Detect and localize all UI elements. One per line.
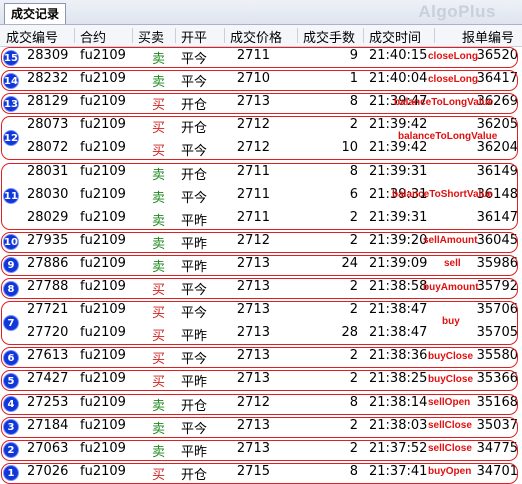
strategy-annotation-label: closeLong bbox=[428, 73, 479, 85]
col-time[interactable]: 成交时间 bbox=[369, 27, 421, 46]
column-divider[interactable] bbox=[74, 28, 75, 43]
column-divider[interactable] bbox=[297, 28, 298, 43]
tab-trade-records[interactable]: 成交记录 bbox=[4, 3, 67, 24]
strategy-annotation-label: balanceToLongValue bbox=[394, 96, 494, 108]
group-number-badge: 14 bbox=[3, 72, 19, 89]
strategy-annotation-label: balanceToShortValue bbox=[392, 189, 493, 201]
strategy-annotation-label: buyAmount bbox=[423, 281, 479, 293]
col-trade-id[interactable]: 成交编号 bbox=[6, 27, 58, 46]
col-side[interactable]: 买卖 bbox=[138, 27, 164, 46]
strategy-annotation-label: sell bbox=[444, 258, 461, 270]
col-offset[interactable]: 开平 bbox=[181, 27, 207, 46]
col-contract[interactable]: 合约 bbox=[80, 27, 106, 46]
group-number-badge: 6 bbox=[3, 349, 19, 366]
table-header: 成交编号 合约 买卖 开平 成交价格 成交手数 成交时间 报单编号 bbox=[0, 25, 522, 47]
group-number-badge: 15 bbox=[3, 49, 19, 66]
group-number-badge: 12 bbox=[3, 130, 19, 147]
title-bar: 成交记录 AlgoPlus bbox=[0, 0, 522, 25]
strategy-annotation-label: buy bbox=[442, 316, 460, 328]
strategy-annotation-label: sellAmount bbox=[423, 235, 478, 247]
column-divider[interactable] bbox=[132, 28, 133, 43]
strategy-annotation-label: buyClose bbox=[428, 350, 474, 362]
group-number-badge: 4 bbox=[3, 396, 19, 413]
order-group-outline bbox=[1, 301, 518, 346]
group-number-badge: 8 bbox=[3, 280, 19, 297]
brand-watermark: AlgoPlus bbox=[418, 2, 496, 21]
strategy-annotation-label: closeLong bbox=[428, 50, 479, 62]
group-number-badge: 11 bbox=[3, 188, 19, 205]
column-divider[interactable] bbox=[363, 28, 364, 43]
col-order-id[interactable]: 报单编号 bbox=[462, 27, 514, 46]
group-number-badge: 10 bbox=[3, 234, 19, 251]
group-number-badge: 13 bbox=[3, 95, 19, 112]
column-divider[interactable] bbox=[224, 28, 225, 43]
strategy-annotation-label: buyOpen bbox=[428, 466, 472, 478]
order-group-outline bbox=[1, 254, 518, 276]
strategy-annotation-label: sellClose bbox=[428, 420, 472, 432]
strategy-annotation-label: buyClose bbox=[428, 373, 474, 385]
column-divider[interactable] bbox=[175, 28, 176, 43]
col-qty[interactable]: 成交手数 bbox=[303, 27, 355, 46]
column-divider[interactable] bbox=[434, 28, 435, 43]
col-price[interactable]: 成交价格 bbox=[230, 27, 282, 46]
strategy-annotation-label: balanceToLongValue bbox=[398, 131, 498, 143]
strategy-annotation-label: sellClose bbox=[428, 443, 472, 455]
strategy-annotation-label: sellOpen bbox=[428, 397, 471, 409]
group-number-badge: 5 bbox=[3, 372, 19, 389]
